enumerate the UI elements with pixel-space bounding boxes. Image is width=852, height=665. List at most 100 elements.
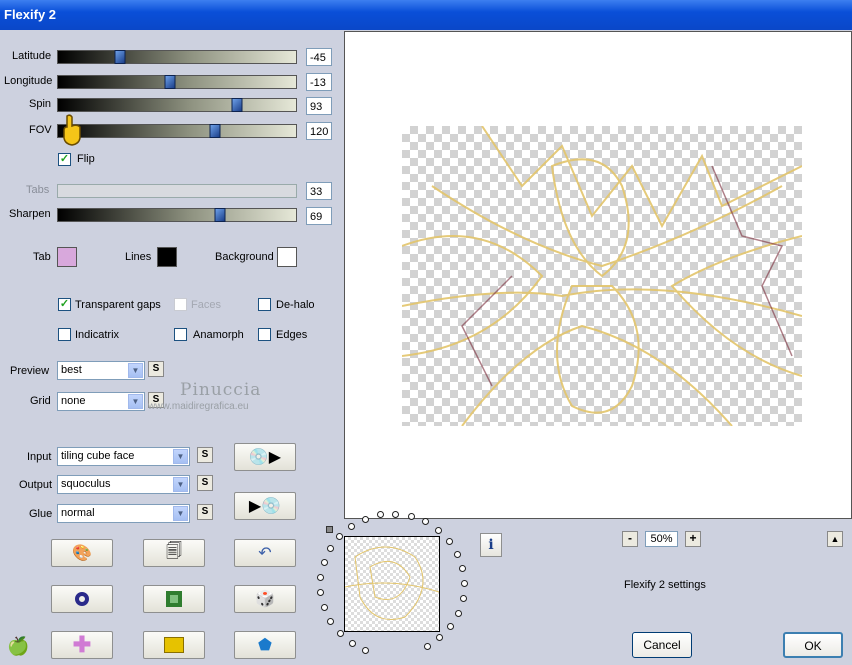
- zoom-out-button[interactable]: -: [622, 531, 638, 547]
- navigator-dial-dot[interactable]: [361, 515, 369, 523]
- ok-button[interactable]: OK: [783, 632, 843, 658]
- grid-select-label: Grid: [30, 395, 51, 407]
- indicatrix-checkbox[interactable]: [58, 328, 71, 341]
- navigator-dial-dot[interactable]: [446, 622, 454, 630]
- navigator-handle[interactable]: [326, 526, 333, 533]
- spin-thumb[interactable]: [231, 98, 242, 112]
- preview-canvas[interactable]: [344, 31, 852, 519]
- input-select[interactable]: tiling cube face ▼: [57, 447, 190, 466]
- undo-button[interactable]: ↶: [234, 539, 296, 567]
- input-s-button[interactable]: S: [197, 447, 213, 463]
- preview-s-button[interactable]: S: [148, 361, 164, 377]
- load-preset-button[interactable]: 💿▶: [234, 443, 296, 471]
- undo-icon: ↶: [258, 545, 272, 562]
- latitude-thumb[interactable]: [114, 50, 126, 64]
- cancel-button[interactable]: Cancel: [632, 632, 692, 658]
- frame-button[interactable]: [143, 585, 205, 613]
- tab-color-swatch[interactable]: [57, 247, 77, 267]
- fov-slider[interactable]: [57, 124, 297, 138]
- chevron-up-icon[interactable]: ▲: [827, 531, 843, 547]
- navigator-dial-dot[interactable]: [454, 609, 462, 617]
- transparent-gaps-label: Transparent gaps: [75, 299, 161, 311]
- info-icon[interactable]: i: [480, 533, 502, 557]
- input-select-value: tiling cube face: [61, 450, 135, 462]
- flip-label: Flip: [77, 153, 95, 165]
- palette-icon: 🎨: [72, 545, 92, 562]
- sharpen-label: Sharpen: [9, 208, 51, 220]
- navigator-dial-dot[interactable]: [445, 537, 453, 545]
- navigator-dial-dot[interactable]: [435, 526, 443, 534]
- output-select-value: squoculus: [61, 478, 111, 490]
- navigator-dial-dot[interactable]: [392, 510, 400, 518]
- sharpen-slider[interactable]: [57, 208, 297, 222]
- frame-icon: [166, 591, 182, 607]
- longitude-label: Longitude: [4, 75, 53, 87]
- latitude-label: Latitude: [12, 50, 52, 62]
- tabs-value[interactable]: 33: [306, 182, 332, 200]
- output-select[interactable]: squoculus ▼: [57, 475, 190, 494]
- anamorph-checkbox[interactable]: [174, 328, 187, 341]
- chevron-down-icon: ▼: [128, 363, 143, 378]
- dice-button[interactable]: 🎲: [234, 585, 296, 613]
- navigator-dial-dot[interactable]: [348, 639, 356, 647]
- edges-label: Edges: [276, 329, 308, 341]
- grid-select[interactable]: none ▼: [57, 392, 145, 411]
- zoom-in-button[interactable]: +: [685, 531, 701, 547]
- copy-button[interactable]: 🗐: [143, 539, 205, 567]
- flip-checkbox[interactable]: ✓: [58, 153, 71, 166]
- fov-label: FOV: [29, 124, 52, 136]
- navigator-dial-dot[interactable]: [407, 512, 415, 520]
- glue-select[interactable]: normal ▼: [57, 504, 190, 523]
- longitude-value[interactable]: -13: [306, 73, 332, 91]
- fov-value[interactable]: 120: [306, 122, 332, 140]
- settings-label: Flexify 2 settings: [624, 579, 706, 591]
- spin-label: Spin: [29, 98, 52, 110]
- input-select-label: Input: [27, 451, 52, 463]
- navigator-thumbnail[interactable]: [344, 536, 440, 632]
- output-select-label: Output: [19, 479, 53, 491]
- sharpen-thumb[interactable]: [214, 208, 226, 222]
- navigator-dial-dot[interactable]: [320, 558, 328, 566]
- pentagon-icon: ⬟: [258, 637, 272, 654]
- preview-line-art: [401, 125, 803, 427]
- ring-button[interactable]: [51, 585, 113, 613]
- longitude-slider[interactable]: [57, 75, 297, 89]
- faces-label: Faces: [191, 299, 221, 311]
- sharpen-value[interactable]: 69: [306, 207, 332, 225]
- background-color-swatch[interactable]: [277, 247, 297, 267]
- save-preset-button[interactable]: ▶💿: [234, 492, 296, 520]
- glue-select-label: Glue: [29, 508, 53, 520]
- navigator-dial-dot[interactable]: [327, 545, 335, 552]
- zoom-level[interactable]: 50%: [645, 531, 678, 547]
- spin-value[interactable]: 93: [306, 97, 332, 115]
- spin-slider[interactable]: [57, 98, 297, 112]
- de-halo-checkbox[interactable]: [258, 298, 271, 311]
- latitude-value[interactable]: -45: [306, 48, 332, 66]
- pentagon-button[interactable]: ⬟: [234, 631, 296, 659]
- randomize-button[interactable]: 🎨: [51, 539, 113, 567]
- edges-checkbox[interactable]: [258, 328, 271, 341]
- plus-button[interactable]: ✚: [51, 631, 113, 659]
- navigator-dial-dot[interactable]: [453, 550, 461, 558]
- pointing-hand-cursor-icon: [63, 114, 81, 146]
- latitude-slider[interactable]: [57, 50, 297, 64]
- navigator-dial-dot[interactable]: [459, 595, 467, 603]
- navigator-dial-dot[interactable]: [423, 642, 431, 650]
- glue-s-button[interactable]: S: [197, 504, 213, 520]
- navigator-dial-dot[interactable]: [348, 522, 356, 530]
- brick-button[interactable]: [143, 631, 205, 659]
- preview-select-label: Preview: [10, 365, 50, 377]
- navigator-dial-dot[interactable]: [336, 629, 344, 637]
- chevron-down-icon: ▼: [173, 506, 188, 521]
- copy-icon: 🗐: [166, 542, 182, 560]
- lines-color-swatch[interactable]: [157, 247, 177, 267]
- preview-select[interactable]: best ▼: [57, 361, 145, 380]
- transparent-gaps-checkbox[interactable]: ✓: [58, 298, 71, 311]
- output-s-button[interactable]: S: [197, 475, 213, 491]
- play-disc-icon: ▶💿: [248, 498, 282, 515]
- longitude-thumb[interactable]: [164, 75, 176, 89]
- faces-checkbox: [174, 298, 187, 311]
- navigator-dial-dot[interactable]: [320, 603, 328, 611]
- lines-color-label: Lines: [125, 251, 152, 263]
- fov-thumb[interactable]: [209, 124, 221, 138]
